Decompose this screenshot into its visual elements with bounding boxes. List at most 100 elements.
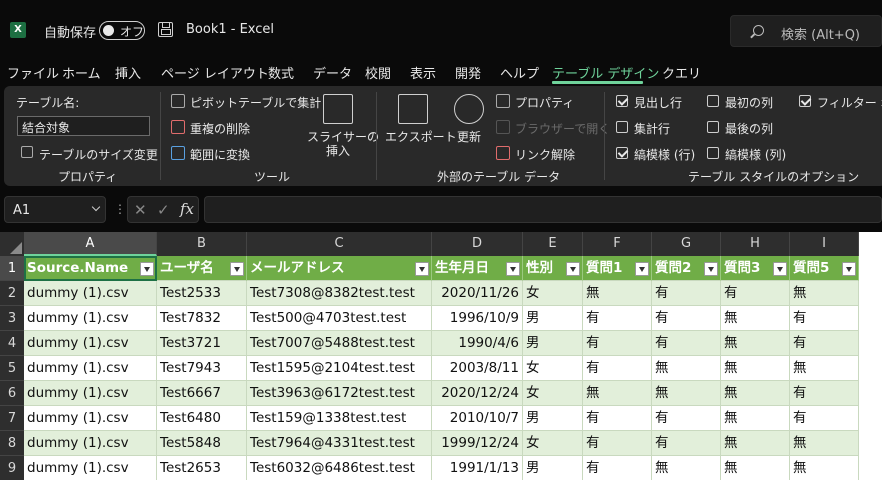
table-cell[interactable]: Test5848 [157, 431, 247, 456]
table-cell[interactable]: 男 [523, 406, 583, 431]
table-cell[interactable]: Test7964@4331test.test [247, 431, 432, 456]
filter-dropdown-icon[interactable] [140, 262, 154, 276]
table-cell[interactable]: 1991/1/13 [432, 456, 523, 480]
last-column-checkbox[interactable] [707, 121, 719, 133]
table-cell[interactable]: dummy (1).csv [24, 431, 157, 456]
total-row-checkbox[interactable] [616, 121, 628, 133]
table-cell[interactable]: 有 [583, 431, 652, 456]
table-cell[interactable]: dummy (1).csv [24, 306, 157, 331]
table-cell[interactable]: 無 [652, 381, 721, 406]
table-cell[interactable]: 2010/10/7 [432, 406, 523, 431]
table-cell[interactable]: Test2653 [157, 456, 247, 480]
tab-insert[interactable]: 挿入 [115, 63, 141, 82]
tab-home[interactable]: ホーム [62, 63, 101, 82]
tab-formulas[interactable]: 数式 [268, 63, 294, 82]
table-cell[interactable]: 女 [523, 356, 583, 381]
pivot-summary-button[interactable]: ピボットテーブルで集計 [190, 94, 321, 111]
column-header-b[interactable]: B [157, 232, 247, 256]
table-cell[interactable]: 有 [583, 306, 652, 331]
table-cell[interactable]: 有 [790, 406, 859, 431]
row-header-1[interactable]: 1 [0, 256, 24, 281]
table-cell[interactable]: 2020/12/24 [432, 381, 523, 406]
column-header-e[interactable]: E [523, 232, 583, 256]
table-cell[interactable]: 有 [652, 431, 721, 456]
column-header-i[interactable]: I [790, 232, 859, 256]
table-cell[interactable]: 1990/4/6 [432, 331, 523, 356]
table-cell[interactable]: Test500@4703test.test [247, 306, 432, 331]
table-cell[interactable]: 有 [583, 456, 652, 480]
table-cell[interactable]: Test6480 [157, 406, 247, 431]
select-all-button[interactable] [0, 232, 24, 256]
table-cell[interactable]: 無 [721, 331, 790, 356]
tab-help[interactable]: ヘルプ [500, 63, 539, 82]
table-cell[interactable]: 有 [790, 381, 859, 406]
table-cell[interactable]: 有 [652, 331, 721, 356]
table-cell[interactable]: dummy (1).csv [24, 381, 157, 406]
unlink-button[interactable]: リンク解除 [515, 146, 575, 163]
filter-button-checkbox[interactable] [799, 95, 811, 107]
table-cell[interactable]: Test7007@5488test.test [247, 331, 432, 356]
table-cell[interactable]: 有 [721, 281, 790, 306]
table-cell[interactable]: 無 [790, 281, 859, 306]
table-cell[interactable]: Test3963@6172test.test [247, 381, 432, 406]
table-cell[interactable]: 有 [583, 331, 652, 356]
tab-page-layout[interactable]: ページ レイアウト [161, 63, 269, 82]
table-cell[interactable]: Test7943 [157, 356, 247, 381]
table-cell[interactable]: 1996/10/9 [432, 306, 523, 331]
name-box[interactable]: A1 [4, 196, 106, 223]
row-header-8[interactable]: 8 [0, 431, 24, 456]
table-cell[interactable]: 無 [652, 456, 721, 480]
row-header-7[interactable]: 7 [0, 406, 24, 431]
external-properties-button[interactable]: プロパティ [515, 94, 574, 111]
filter-dropdown-icon[interactable] [506, 262, 520, 276]
column-header-f[interactable]: F [583, 232, 652, 256]
tab-data[interactable]: データ [313, 63, 352, 82]
table-cell[interactable]: dummy (1).csv [24, 456, 157, 480]
table-cell[interactable]: 2003/8/11 [432, 356, 523, 381]
table-cell[interactable]: Test7832 [157, 306, 247, 331]
table-cell[interactable]: 2020/11/26 [432, 281, 523, 306]
table-cell[interactable]: 有 [583, 406, 652, 431]
table-cell[interactable]: dummy (1).csv [24, 356, 157, 381]
filter-dropdown-icon[interactable] [704, 262, 718, 276]
column-header-a[interactable]: A [24, 232, 157, 256]
table-cell[interactable]: Test3721 [157, 331, 247, 356]
filter-dropdown-icon[interactable] [566, 262, 580, 276]
table-cell[interactable]: 無 [790, 356, 859, 381]
grid-empty-area[interactable] [858, 256, 882, 480]
header-cell[interactable]: メールアドレス [247, 256, 432, 281]
table-cell[interactable]: Test2533 [157, 281, 247, 306]
table-cell[interactable]: 無 [721, 456, 790, 480]
export-button[interactable]: エクスポート [385, 128, 457, 145]
excel-icon[interactable]: X [10, 22, 26, 38]
table-cell[interactable]: 男 [523, 456, 583, 480]
search-box[interactable]: 検索 (Alt+Q) [730, 15, 882, 47]
table-cell[interactable]: 有 [652, 306, 721, 331]
column-header-h[interactable]: H [721, 232, 790, 256]
filter-dropdown-icon[interactable] [415, 262, 429, 276]
row-header-5[interactable]: 5 [0, 356, 24, 381]
table-cell[interactable]: 有 [652, 281, 721, 306]
table-cell[interactable]: 有 [583, 356, 652, 381]
tab-developer[interactable]: 開発 [455, 63, 481, 82]
save-icon[interactable] [158, 22, 173, 37]
table-cell[interactable]: 男 [523, 331, 583, 356]
table-cell[interactable]: Test6032@6486test.test [247, 456, 432, 480]
filter-dropdown-icon[interactable] [635, 262, 649, 276]
row-header-3[interactable]: 3 [0, 306, 24, 331]
table-cell[interactable]: 無 [721, 406, 790, 431]
header-row-checkbox[interactable] [616, 95, 628, 107]
table-cell[interactable]: 無 [721, 356, 790, 381]
insert-function-button[interactable]: fx [180, 200, 194, 218]
refresh-button[interactable]: 更新 [457, 128, 481, 145]
table-cell[interactable]: dummy (1).csv [24, 406, 157, 431]
table-name-input[interactable]: 結合対象 [17, 116, 150, 136]
banded-rows-checkbox[interactable] [616, 147, 628, 159]
tab-query[interactable]: クエリ [662, 63, 701, 82]
tab-view[interactable]: 表示 [410, 63, 436, 82]
remove-duplicates-button[interactable]: 重複の削除 [190, 120, 250, 137]
row-header-6[interactable]: 6 [0, 381, 24, 406]
filter-dropdown-icon[interactable] [230, 262, 244, 276]
table-cell[interactable]: Test1595@2104test.test [247, 356, 432, 381]
row-header-4[interactable]: 4 [0, 331, 24, 356]
